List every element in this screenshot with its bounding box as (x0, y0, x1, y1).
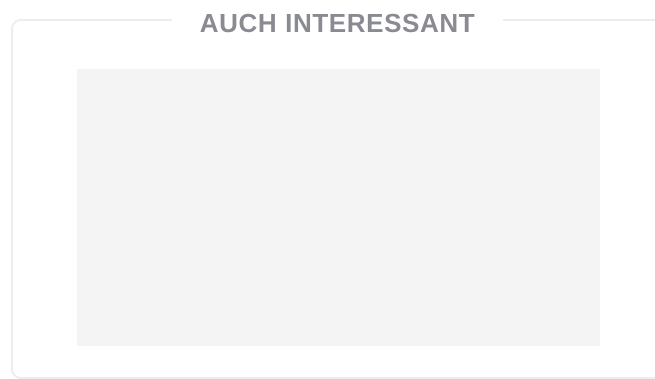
content-placeholder (77, 69, 600, 346)
section-heading: AUCH INTERESSANT (199, 8, 476, 38)
section-heading-container: AUCH INTERESSANT (172, 6, 503, 40)
